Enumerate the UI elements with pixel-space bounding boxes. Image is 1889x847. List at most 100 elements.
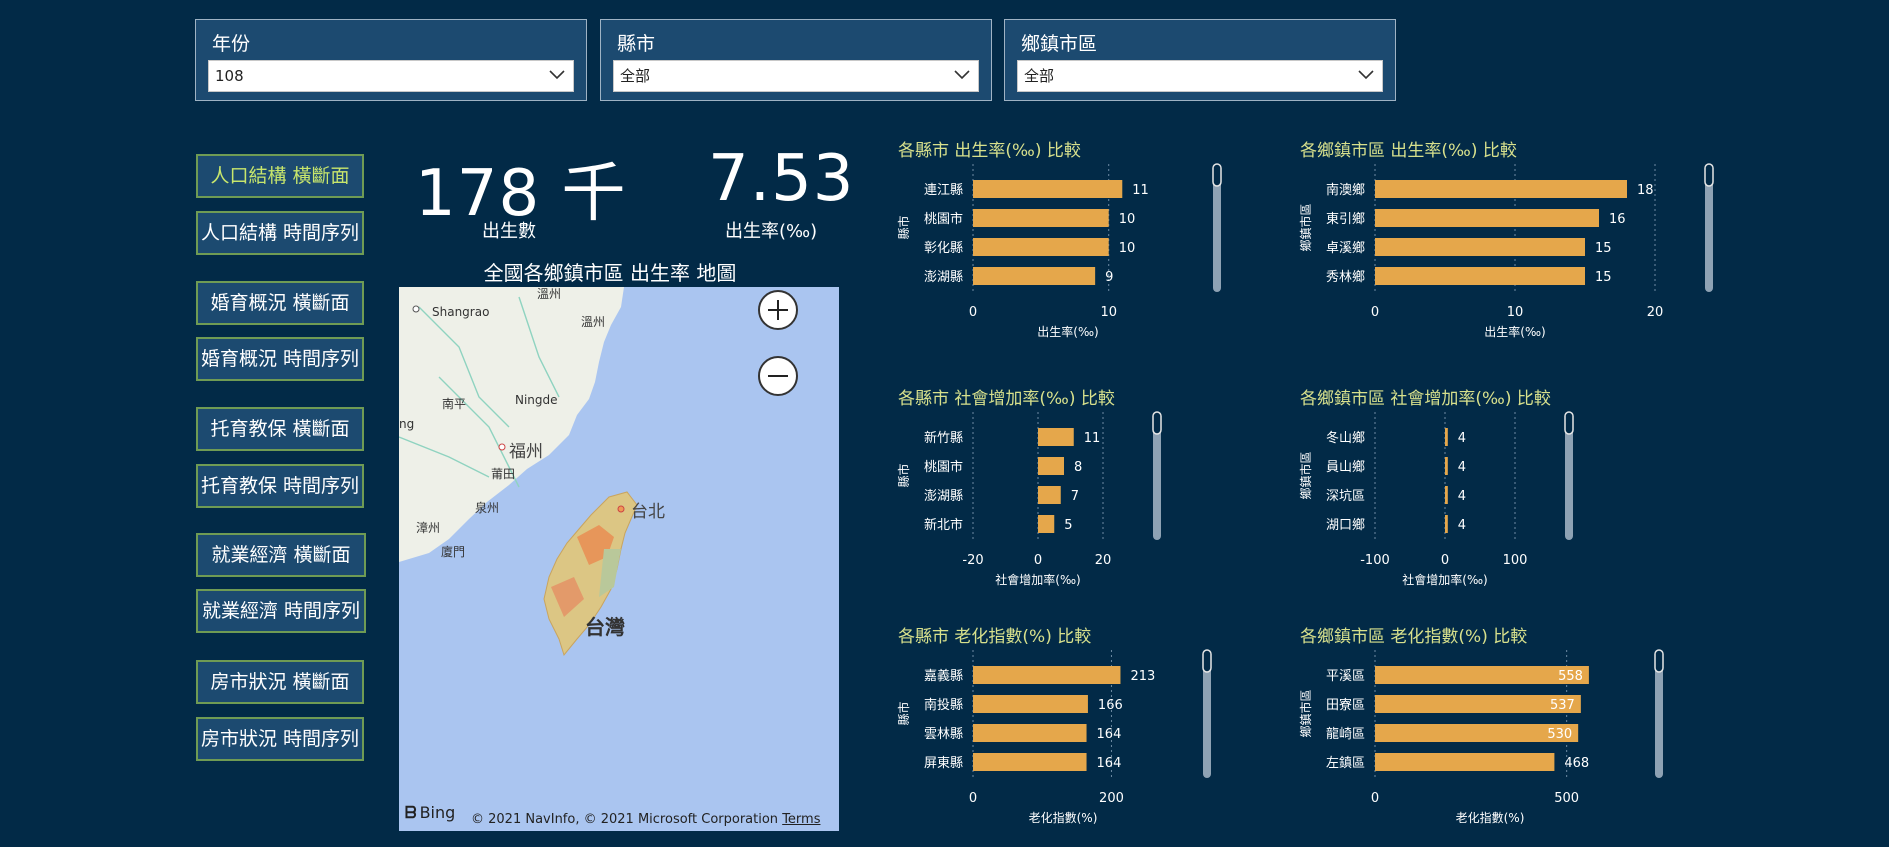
plus-icon: [768, 300, 788, 320]
tick-label: 500: [1554, 791, 1579, 806]
bar[interactable]: [1038, 428, 1074, 446]
township-dropdown[interactable]: 全部: [1017, 60, 1383, 92]
chevron-down-icon: [1358, 70, 1374, 80]
nav-childcare-cross-section[interactable]: 托育教保 橫斷面: [196, 407, 364, 451]
chart-svg: 0 200 縣市老化指數(%) 嘉義縣 213 南投縣 166 雲林縣 164 屏東縣 164: [896, 649, 1212, 825]
chart-svg: 0 10 20 鄉鎮市區出生率(‰) 南澳鄉 18 東引鄉 16 卓溪鄉 15 秀林鄉 15: [1298, 163, 1714, 339]
bing-icon: ᗷ: [405, 803, 417, 822]
category-label: 彰化縣: [924, 240, 963, 256]
tick-label: 0: [969, 305, 977, 320]
category-label: 冬山鄉: [1326, 430, 1365, 446]
kpi-birthrate-label: 出生率(‰): [725, 221, 818, 242]
county-dropdown-value: 全部: [620, 67, 651, 85]
category-label: 屏東縣: [924, 755, 963, 771]
data-label: 10: [1119, 212, 1136, 227]
category-label: 員山鄉: [1326, 459, 1365, 475]
year-dropdown-value: 108: [215, 67, 244, 85]
nav-employment-cross-section[interactable]: 就業經濟 橫斷面: [196, 533, 366, 577]
bar[interactable]: [973, 180, 1123, 198]
bing-text: Bing: [419, 803, 456, 822]
category-label: 田寮區: [1326, 697, 1365, 713]
chart-svg: -100 0 100 鄉鎮市區社會增加率(‰) 冬山鄉 4 員山鄉 4 深坑區 4 湖口鄉 4: [1298, 411, 1574, 587]
chart-county-aging-index: 各縣市 老化指數(%) 比較 0 200 縣市 老化指數(%) 嘉義縣 213 南投縣 166 雲…: [896, 622, 1278, 832]
kpi-births-label: 出生數: [482, 221, 536, 242]
map-label-putian: 莆田: [491, 467, 516, 481]
nav-housing-cross-section[interactable]: 房市狀況 橫斷面: [196, 660, 364, 704]
bar[interactable]: [1375, 209, 1599, 227]
tick-label: 20: [1647, 305, 1664, 320]
map-label-partial: ng: [399, 417, 415, 431]
data-label: 530: [1547, 727, 1572, 742]
bar[interactable]: [1038, 486, 1061, 504]
category-label: 南投縣: [924, 697, 963, 713]
birth-rate-map[interactable]: Shangrao 溫州 溫州 南平 Ningde ng 福州 莆田 泉州 漳州 …: [399, 287, 839, 831]
scrollbar-thumb[interactable]: [1654, 649, 1664, 673]
chart-county-birth-rate: 各縣市 出生率(‰) 比較 0 10 縣市 出生率(‰) 連江縣 11 桃園市 10 彰化縣 10 澎…: [896, 136, 1278, 346]
bar[interactable]: [1038, 515, 1055, 533]
tick-label: -20: [962, 553, 983, 568]
nav-housing-time-series[interactable]: 房市狀況 時間序列: [196, 717, 364, 761]
slicer-county: 縣市 全部: [600, 19, 992, 101]
bar[interactable]: [1445, 428, 1448, 446]
slicer-year-label: 年份: [212, 33, 251, 55]
map-label-ningde: Ningde: [515, 393, 558, 407]
data-label: 4: [1458, 518, 1466, 533]
terms-link[interactable]: Terms: [782, 812, 820, 827]
category-label: 新北市: [924, 517, 963, 533]
y-axis-label: 鄉鎮市區: [1298, 203, 1313, 251]
bar[interactable]: [1375, 666, 1589, 684]
chart-township-birth-rate: 各鄉鎮市區 出生率(‰) 比較 0 10 20 鄉鎮市區 出生率(‰) 南澳鄉 18 東引鄉 16…: [1298, 136, 1714, 346]
bar[interactable]: [973, 753, 1087, 771]
bar[interactable]: [973, 695, 1088, 713]
scrollbar-thumb[interactable]: [1202, 649, 1212, 673]
bar[interactable]: [1038, 457, 1064, 475]
bar[interactable]: [1375, 238, 1585, 256]
nav-population-time-series[interactable]: 人口結構 時間序列: [196, 211, 364, 255]
zoom-in-button[interactable]: [758, 290, 798, 330]
map-label-wenzhou-top: 溫州: [537, 287, 562, 301]
bar[interactable]: [1445, 515, 1448, 533]
bar[interactable]: [1445, 486, 1448, 504]
scrollbar-thumb[interactable]: [1212, 163, 1222, 187]
slicer-year: 年份 108: [195, 19, 587, 101]
scrollbar-thumb[interactable]: [1152, 411, 1162, 435]
tick-label: 10: [1100, 305, 1117, 320]
bar[interactable]: [973, 666, 1121, 684]
county-dropdown[interactable]: 全部: [613, 60, 979, 92]
bar[interactable]: [1375, 180, 1627, 198]
x-axis-label: 出生率(‰): [1484, 324, 1545, 339]
bar[interactable]: [1445, 457, 1448, 475]
zoom-out-button[interactable]: [758, 356, 798, 396]
map-attribution: © 2021 NavInfo, © 2021 Microsoft Corpora…: [471, 812, 820, 827]
city-marker: [498, 443, 506, 451]
chart-svg: 0 500 鄉鎮市區老化指數(%) 平溪區 558 田寮區 537 龍崎區 530 左鎮區 468: [1298, 649, 1664, 825]
bar[interactable]: [973, 724, 1087, 742]
nav-childcare-time-series[interactable]: 托育教保 時間序列: [196, 464, 364, 508]
nav-marriage-cross-section[interactable]: 婚育概況 橫斷面: [196, 281, 364, 325]
city-marker: [617, 505, 625, 513]
category-label: 秀林鄉: [1326, 269, 1365, 285]
map-label-xiamen: 廈門: [441, 545, 466, 559]
nav-marriage-time-series[interactable]: 婚育概況 時間序列: [196, 337, 364, 381]
scrollbar-thumb[interactable]: [1704, 163, 1714, 187]
tick-label: 20: [1095, 553, 1112, 568]
chart-county-social-increase: 各縣市 社會增加率(‰) 比較 -20 0 20 縣市 社會增加率(‰) 新竹縣 11 桃園市 8…: [896, 384, 1278, 594]
bar[interactable]: [973, 267, 1096, 285]
nav-population-cross-section[interactable]: 人口結構 橫斷面: [196, 154, 364, 198]
bar[interactable]: [1375, 267, 1585, 285]
bar[interactable]: [1375, 753, 1555, 771]
data-label: 9: [1105, 270, 1113, 285]
bar[interactable]: [973, 209, 1109, 227]
nav-employment-time-series[interactable]: 就業經濟 時間序列: [196, 589, 366, 633]
x-axis-label: 社會增加率(‰): [995, 572, 1080, 587]
scrollbar-thumb[interactable]: [1564, 411, 1574, 435]
map-label-taipei: 台北: [631, 502, 665, 522]
category-label: 東引鄉: [1326, 211, 1365, 227]
data-label: 8: [1074, 460, 1082, 475]
bar[interactable]: [973, 238, 1109, 256]
data-label: 164: [1097, 756, 1122, 771]
attribution-text: © 2021 NavInfo, © 2021 Microsoft Corpora…: [471, 812, 779, 827]
chevron-down-icon: [954, 70, 970, 80]
tick-label: 0: [1371, 791, 1379, 806]
year-dropdown[interactable]: 108: [208, 60, 574, 92]
